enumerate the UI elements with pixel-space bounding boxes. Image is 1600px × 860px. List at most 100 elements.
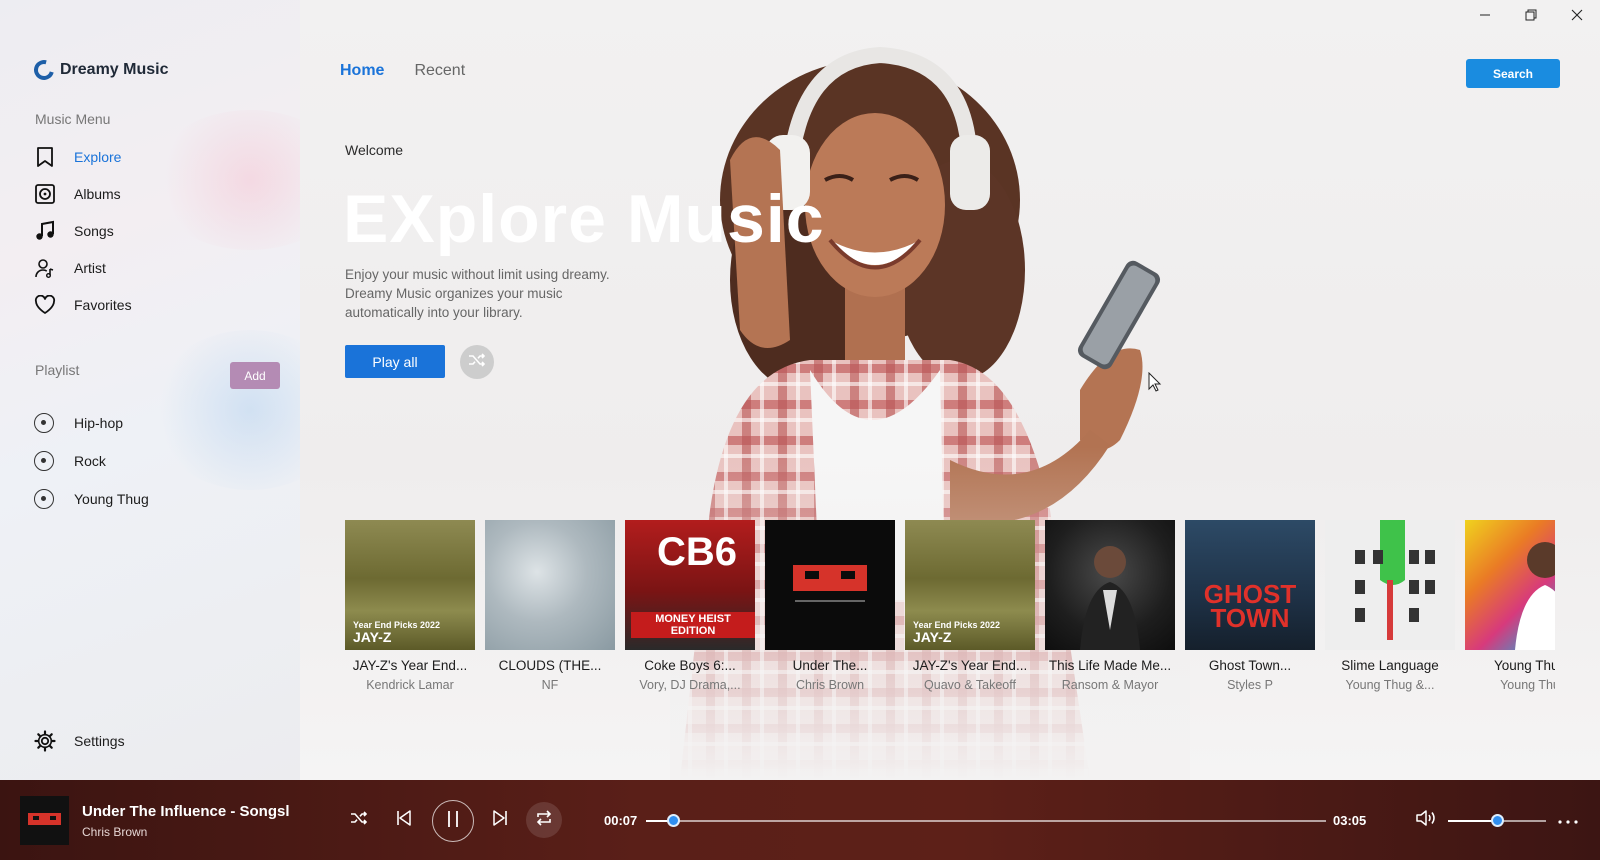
pause-icon <box>447 810 459 833</box>
main-tabs: Home Recent <box>340 62 465 80</box>
playlist-item-label: Rock <box>74 453 106 469</box>
album-icon <box>34 183 56 205</box>
album-artist: Quavo & Takeoff <box>924 678 1016 692</box>
shuffle-button[interactable] <box>343 804 375 836</box>
album-cover <box>485 520 615 650</box>
playlist-label: Playlist <box>35 362 80 378</box>
playlist-icon <box>34 451 54 471</box>
app-name: Dreamy Music <box>60 61 169 78</box>
volume-icon <box>1415 809 1437 832</box>
playlist-icon <box>34 413 54 433</box>
album-artist: Young Thug &... <box>1345 678 1435 692</box>
duration-time: 03:05 <box>1333 813 1367 828</box>
album-artist: Chris Brown <box>795 678 865 692</box>
now-playing-title: Under The Influence - Songsl <box>82 803 290 820</box>
volume-button[interactable] <box>1410 804 1442 836</box>
repeat-icon <box>535 809 553 831</box>
sidebar: Dreamy Music Music Menu Explore Albums S… <box>0 0 350 780</box>
album-cover <box>1325 520 1455 650</box>
album-artist: Styles P <box>1227 678 1273 692</box>
mouse-cursor-icon <box>1148 372 1162 392</box>
album-card[interactable]: Year End Picks 2022 JAY-Z JAY-Z's Year E… <box>905 520 1035 700</box>
playlist-item-label: Young Thug <box>74 491 149 507</box>
minimize-button[interactable] <box>1470 6 1500 28</box>
album-carousel: Year End Picks 2022 JAY-Z JAY-Z's Year E… <box>345 520 1555 700</box>
sidebar-item-explore[interactable]: Explore <box>34 146 121 168</box>
album-title: Ghost Town... <box>1208 658 1292 673</box>
artist-icon <box>34 257 56 279</box>
sidebar-item-favorites[interactable]: Favorites <box>34 294 132 316</box>
playlist-item-rock[interactable]: Rock <box>34 451 106 471</box>
album-title: Coke Boys 6:... <box>644 658 736 673</box>
album-artist: Vory, DJ Drama,... <box>639 678 741 692</box>
tab-recent[interactable]: Recent <box>414 62 465 80</box>
bookmark-icon <box>34 146 56 168</box>
search-button[interactable]: Search <box>1466 59 1560 88</box>
album-cover <box>1465 520 1555 650</box>
album-title: This Life Made Me... <box>1048 658 1172 673</box>
restore-button[interactable] <box>1516 6 1546 28</box>
now-playing-artist: Chris Brown <box>82 825 148 839</box>
album-cover <box>1045 520 1175 650</box>
pause-button[interactable] <box>432 800 474 842</box>
album-artist: Ransom & Mayor <box>1061 678 1159 692</box>
album-cover: CB6 MONEY HEIST EDITION <box>625 520 755 650</box>
sidebar-item-label: Artist <box>74 260 106 276</box>
album-card[interactable]: GHOST TOWN Ghost Town... Styles P <box>1185 520 1315 700</box>
playlist-item-young-thug[interactable]: Young Thug <box>34 489 149 509</box>
now-playing-cover[interactable] <box>20 796 69 845</box>
heart-icon <box>34 294 56 316</box>
skip-back-icon <box>396 809 412 831</box>
previous-button[interactable] <box>388 804 420 836</box>
add-playlist-button[interactable]: Add <box>230 362 280 389</box>
album-artist: Kendrick Lamar <box>366 678 454 692</box>
tab-home[interactable]: Home <box>340 62 384 80</box>
album-artist: NF <box>541 678 559 692</box>
repeat-button[interactable] <box>526 802 562 838</box>
close-icon <box>1571 8 1583 26</box>
album-title: JAY-Z's Year End... <box>352 658 468 673</box>
volume-fill <box>1448 820 1497 822</box>
sidebar-item-songs[interactable]: Songs <box>34 220 114 242</box>
volume-slider[interactable] <box>1448 814 1546 827</box>
sidebar-item-settings[interactable]: Settings <box>34 730 125 752</box>
album-cover: Year End Picks 2022 JAY-Z <box>345 520 475 650</box>
album-card[interactable]: CLOUDS (THE... NF <box>485 520 615 700</box>
shuffle-icon <box>468 352 486 372</box>
album-card[interactable]: Young Thug Young Thu <box>1465 520 1555 700</box>
playlist-item-hip-hop[interactable]: Hip-hop <box>34 413 123 433</box>
sidebar-item-label: Favorites <box>74 297 132 313</box>
play-all-button[interactable]: Play all <box>345 345 445 378</box>
shuffle-all-button[interactable] <box>460 345 494 379</box>
album-card[interactable]: Year End Picks 2022 JAY-Z JAY-Z's Year E… <box>345 520 475 700</box>
progress-bar[interactable] <box>646 814 1326 827</box>
next-button[interactable] <box>484 804 516 836</box>
volume-thumb[interactable] <box>1491 814 1504 827</box>
welcome-text: Welcome <box>345 142 404 158</box>
progress-thumb[interactable] <box>667 814 680 827</box>
album-cover: GHOST TOWN <box>1185 520 1315 650</box>
skip-forward-icon <box>492 809 508 831</box>
app-logo[interactable]: Dreamy Music <box>30 56 169 84</box>
playlist-item-label: Hip-hop <box>74 415 124 431</box>
playlist-icon <box>34 489 54 509</box>
minimize-icon <box>1479 8 1491 26</box>
album-title: CLOUDS (THE... <box>498 658 602 673</box>
close-button[interactable] <box>1562 6 1592 28</box>
album-card[interactable]: CB6 MONEY HEIST EDITION Coke Boys 6:... … <box>625 520 755 700</box>
player-bar: Under The Influence - Songsl Chris Brown… <box>0 780 1600 860</box>
more-icon <box>1558 811 1578 829</box>
sidebar-item-artist[interactable]: Artist <box>34 257 106 279</box>
album-title: Under The... <box>792 658 868 673</box>
album-title: Young Thug <box>1493 658 1555 673</box>
sidebar-item-label: Songs <box>74 223 114 239</box>
main-content: Home Recent Search Welcome EXplore Music… <box>300 0 1600 780</box>
more-options-button[interactable] <box>1552 804 1584 836</box>
album-title: JAY-Z's Year End... <box>912 658 1028 673</box>
elapsed-time: 00:07 <box>604 813 638 828</box>
sidebar-item-albums[interactable]: Albums <box>34 183 121 205</box>
album-card[interactable]: Under The... Chris Brown <box>765 520 895 700</box>
album-card[interactable]: This Life Made Me... Ransom & Mayor <box>1045 520 1175 700</box>
album-card[interactable]: Slime Language Young Thug &... <box>1325 520 1455 700</box>
music-menu-label: Music Menu <box>35 111 111 127</box>
